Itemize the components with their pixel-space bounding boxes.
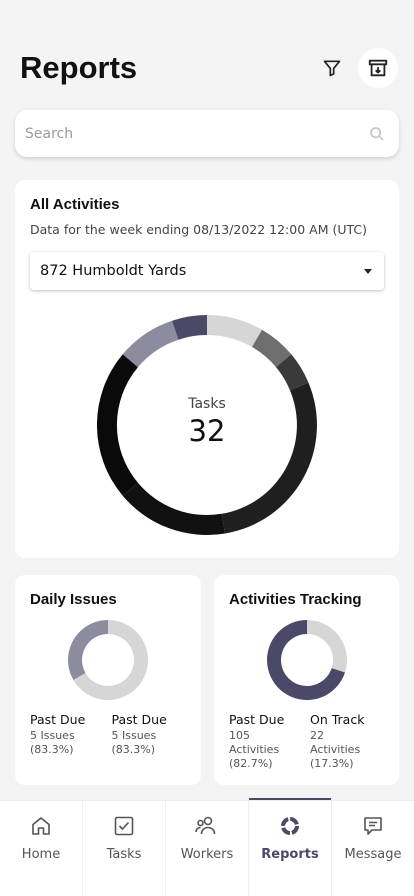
stat-heading: On Track bbox=[310, 712, 365, 727]
reports-icon bbox=[281, 817, 299, 835]
stat-count: 5 Issues bbox=[111, 729, 157, 742]
all-activities-card: All Activities Data for the week ending … bbox=[15, 180, 399, 558]
donut-segment-past-due-2 bbox=[68, 620, 108, 680]
archive-button[interactable] bbox=[358, 48, 398, 88]
stat-percent: (83.3%) bbox=[30, 743, 74, 757]
search-input[interactable] bbox=[25, 125, 369, 142]
page-title: Reports bbox=[20, 50, 138, 85]
stat-item: Past Due 5 Issues (83.3%) bbox=[112, 712, 194, 757]
message-icon bbox=[364, 817, 382, 835]
header: Reports bbox=[20, 44, 398, 92]
stat-unit: Activities bbox=[310, 743, 361, 757]
workers-icon bbox=[195, 816, 216, 835]
stat-item: On Track 22 Activities (17.3%) bbox=[310, 712, 391, 771]
tab-reports-label: Reports bbox=[261, 847, 319, 862]
tab-workers[interactable]: Workers bbox=[166, 801, 249, 896]
tasks-donut-center: Tasks 32 bbox=[97, 315, 317, 535]
activities-tracking-title: Activities Tracking bbox=[229, 591, 362, 608]
stat-count: 105 bbox=[229, 729, 250, 742]
archive-download-icon bbox=[368, 59, 388, 77]
tab-message-label: Message bbox=[344, 847, 402, 862]
tab-message[interactable]: Message bbox=[332, 801, 414, 896]
tasks-icon bbox=[114, 816, 134, 836]
all-activities-subtitle: Data for the week ending 08/13/2022 12:0… bbox=[30, 222, 367, 237]
tab-tasks[interactable]: Tasks bbox=[83, 801, 166, 896]
tab-reports[interactable]: Reports bbox=[249, 798, 332, 896]
search-bar bbox=[15, 110, 399, 157]
bottom-tab-bar: Home Tasks Workers Reports Message bbox=[0, 798, 414, 896]
stat-unit: Activities bbox=[229, 743, 280, 757]
stat-percent: (83.3%) bbox=[111, 743, 156, 757]
activities-tracking-stats: Past Due 105 Activities (82.7%) On Track… bbox=[229, 712, 391, 771]
stat-count: 22 bbox=[310, 729, 324, 742]
daily-issues-card[interactable]: Daily Issues Past Due 5 Issues (83.3%) P… bbox=[15, 575, 201, 785]
stat-percent: (17.3%) bbox=[310, 757, 354, 771]
daily-issues-title: Daily Issues bbox=[30, 591, 117, 608]
tasks-count: 32 bbox=[188, 414, 226, 448]
stat-item: Past Due 5 Issues (83.3%) bbox=[30, 712, 112, 757]
activities-tracking-donut bbox=[267, 620, 347, 700]
daily-issues-donut bbox=[68, 620, 148, 700]
tab-workers-label: Workers bbox=[180, 847, 234, 862]
tab-home[interactable]: Home bbox=[0, 801, 83, 896]
all-activities-title: All Activities bbox=[30, 196, 120, 213]
caret-down-icon bbox=[364, 268, 372, 274]
daily-issues-stats: Past Due 5 Issues (83.3%) Past Due 5 Iss… bbox=[30, 712, 193, 757]
stat-heading: Past Due bbox=[111, 712, 167, 727]
tab-tasks-label: Tasks bbox=[106, 847, 142, 862]
filter-icon bbox=[323, 60, 341, 77]
stat-count: 5 Issues bbox=[30, 729, 75, 742]
location-select[interactable]: 872 Humboldt Yards bbox=[30, 252, 384, 290]
home-icon bbox=[32, 817, 50, 835]
filter-button[interactable] bbox=[312, 48, 352, 88]
activities-tracking-card[interactable]: Activities Tracking Past Due 105 Activit… bbox=[214, 575, 399, 785]
tab-home-label: Home bbox=[21, 847, 61, 862]
search-icon[interactable] bbox=[369, 126, 385, 142]
stat-item: Past Due 105 Activities (82.7%) bbox=[229, 712, 310, 771]
location-select-value: 872 Humboldt Yards bbox=[40, 263, 187, 279]
stat-percent: (82.7%) bbox=[229, 757, 273, 771]
stat-heading: Past Due bbox=[30, 712, 86, 727]
stat-heading: Past Due bbox=[229, 712, 285, 727]
tasks-label: Tasks bbox=[188, 396, 226, 412]
